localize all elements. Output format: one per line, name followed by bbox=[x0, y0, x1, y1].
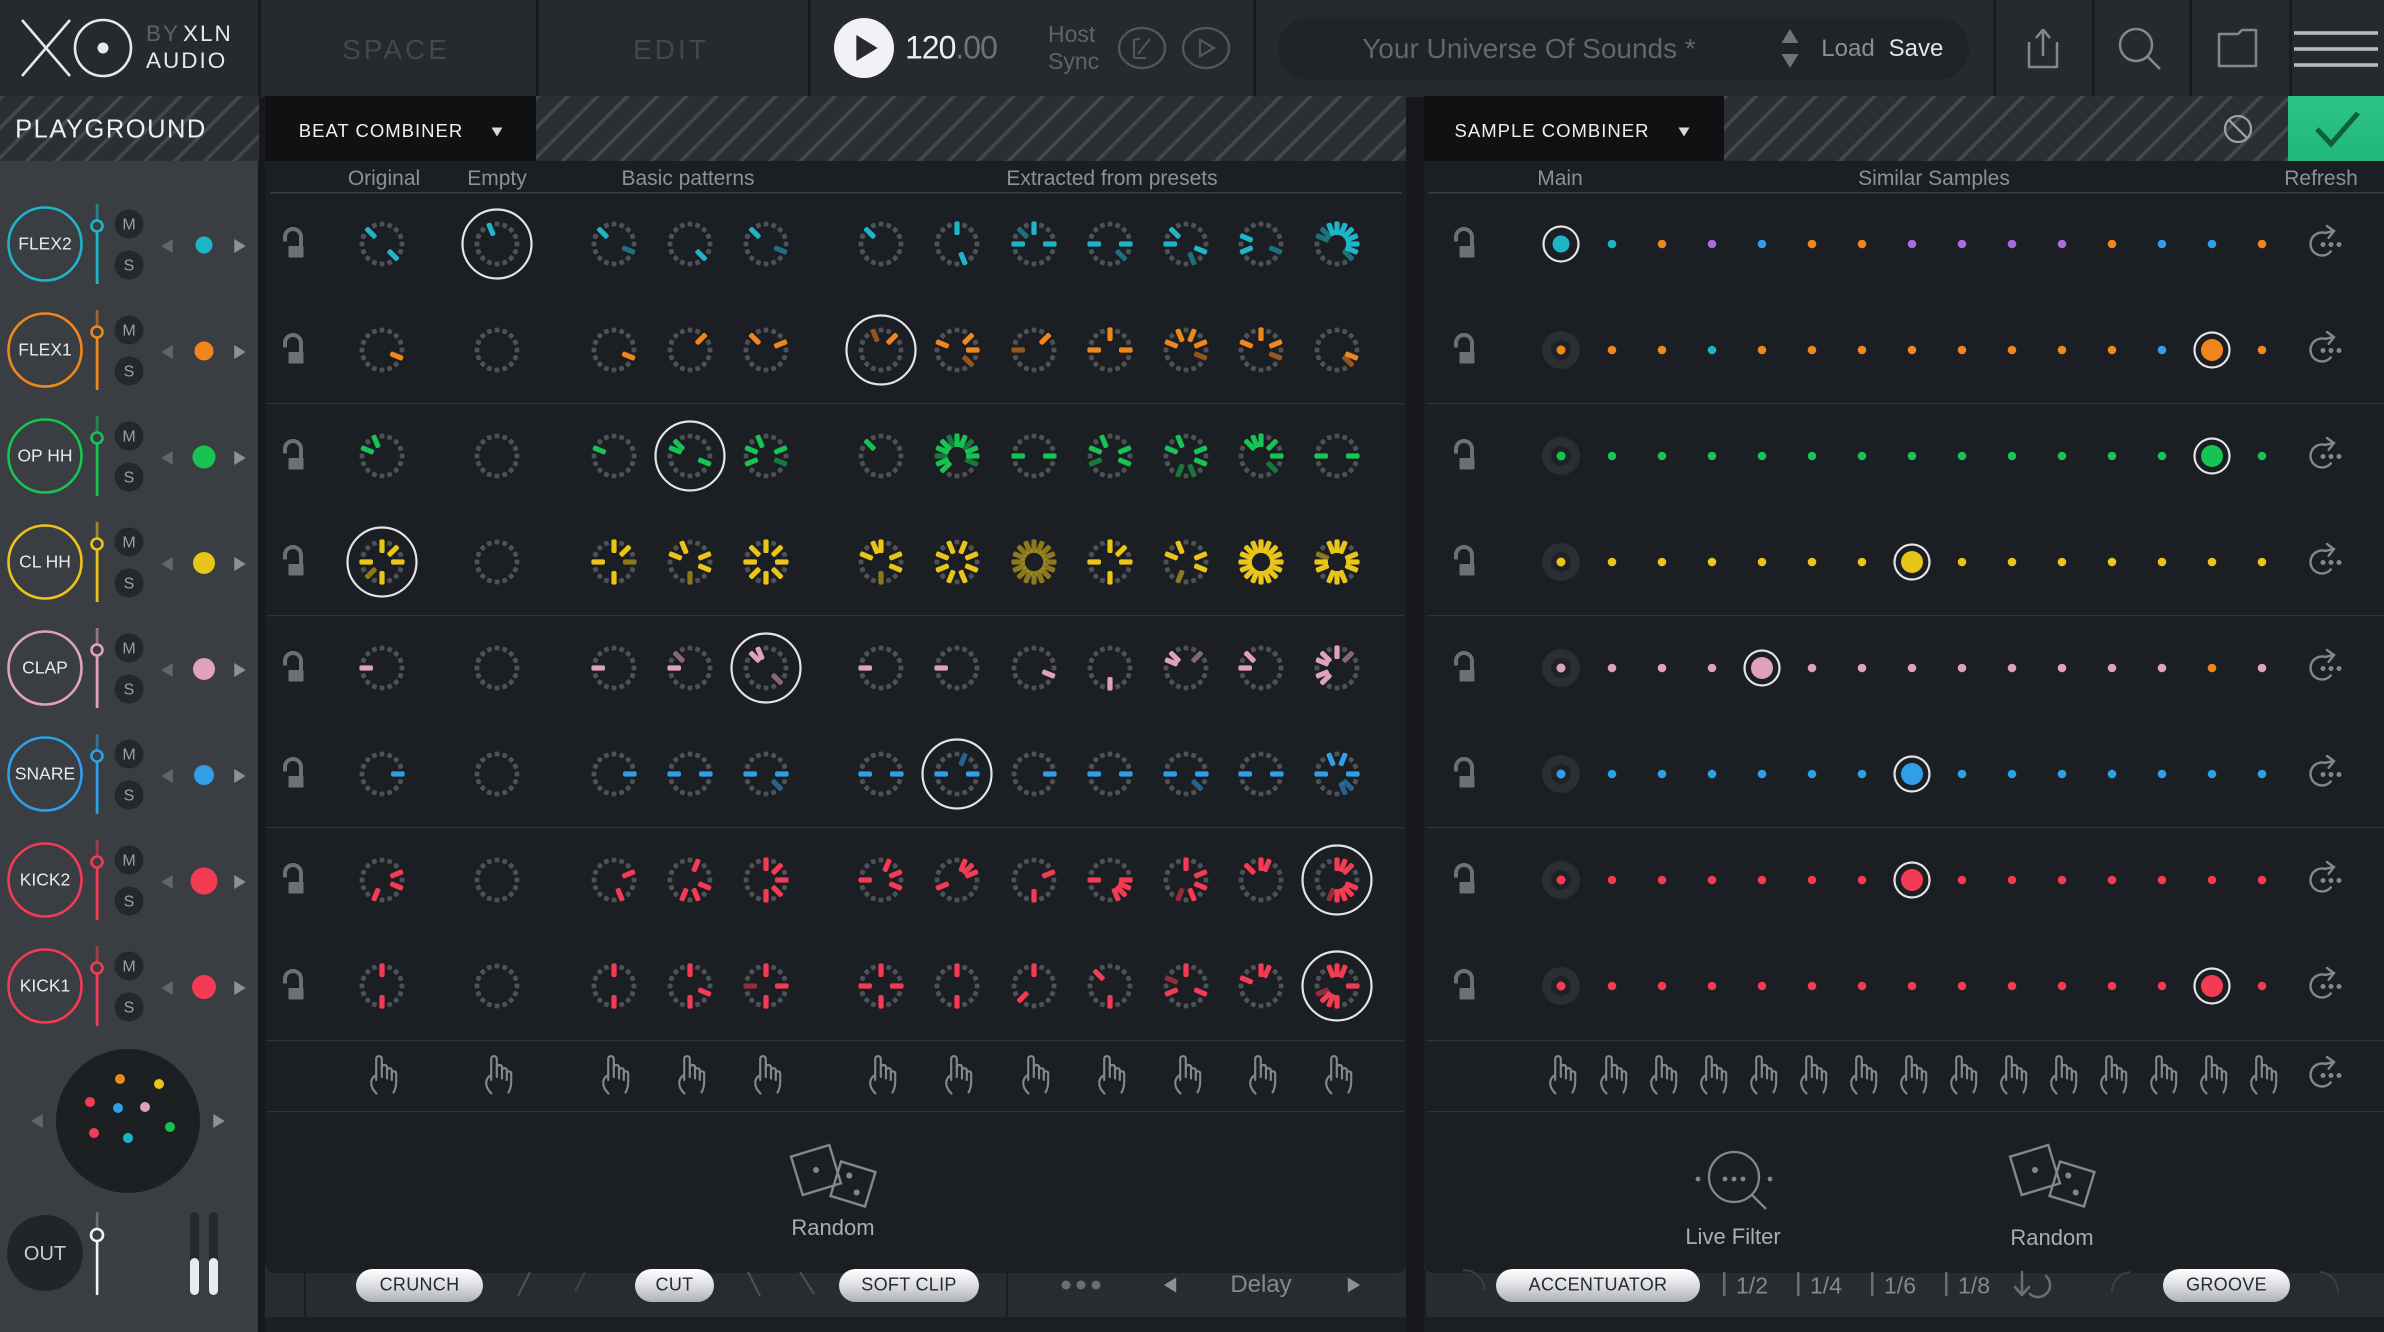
svg-text:S: S bbox=[124, 364, 135, 381]
svg-text:S: S bbox=[124, 682, 135, 699]
svg-text:M: M bbox=[122, 641, 135, 658]
svg-text:M: M bbox=[122, 853, 135, 870]
svg-text:M: M bbox=[122, 217, 135, 234]
svg-text:S: S bbox=[124, 576, 135, 593]
svg-text:M: M bbox=[122, 747, 135, 764]
svg-text:S: S bbox=[124, 788, 135, 805]
svg-text:M: M bbox=[122, 535, 135, 552]
svg-text:M: M bbox=[122, 959, 135, 976]
svg-text:OUT: OUT bbox=[24, 1243, 66, 1265]
svg-text:S: S bbox=[124, 470, 135, 487]
svg-text:M: M bbox=[122, 429, 135, 446]
svg-text:M: M bbox=[122, 323, 135, 340]
svg-text:S: S bbox=[124, 894, 135, 911]
svg-text:S: S bbox=[124, 1000, 135, 1017]
svg-text:S: S bbox=[124, 258, 135, 275]
